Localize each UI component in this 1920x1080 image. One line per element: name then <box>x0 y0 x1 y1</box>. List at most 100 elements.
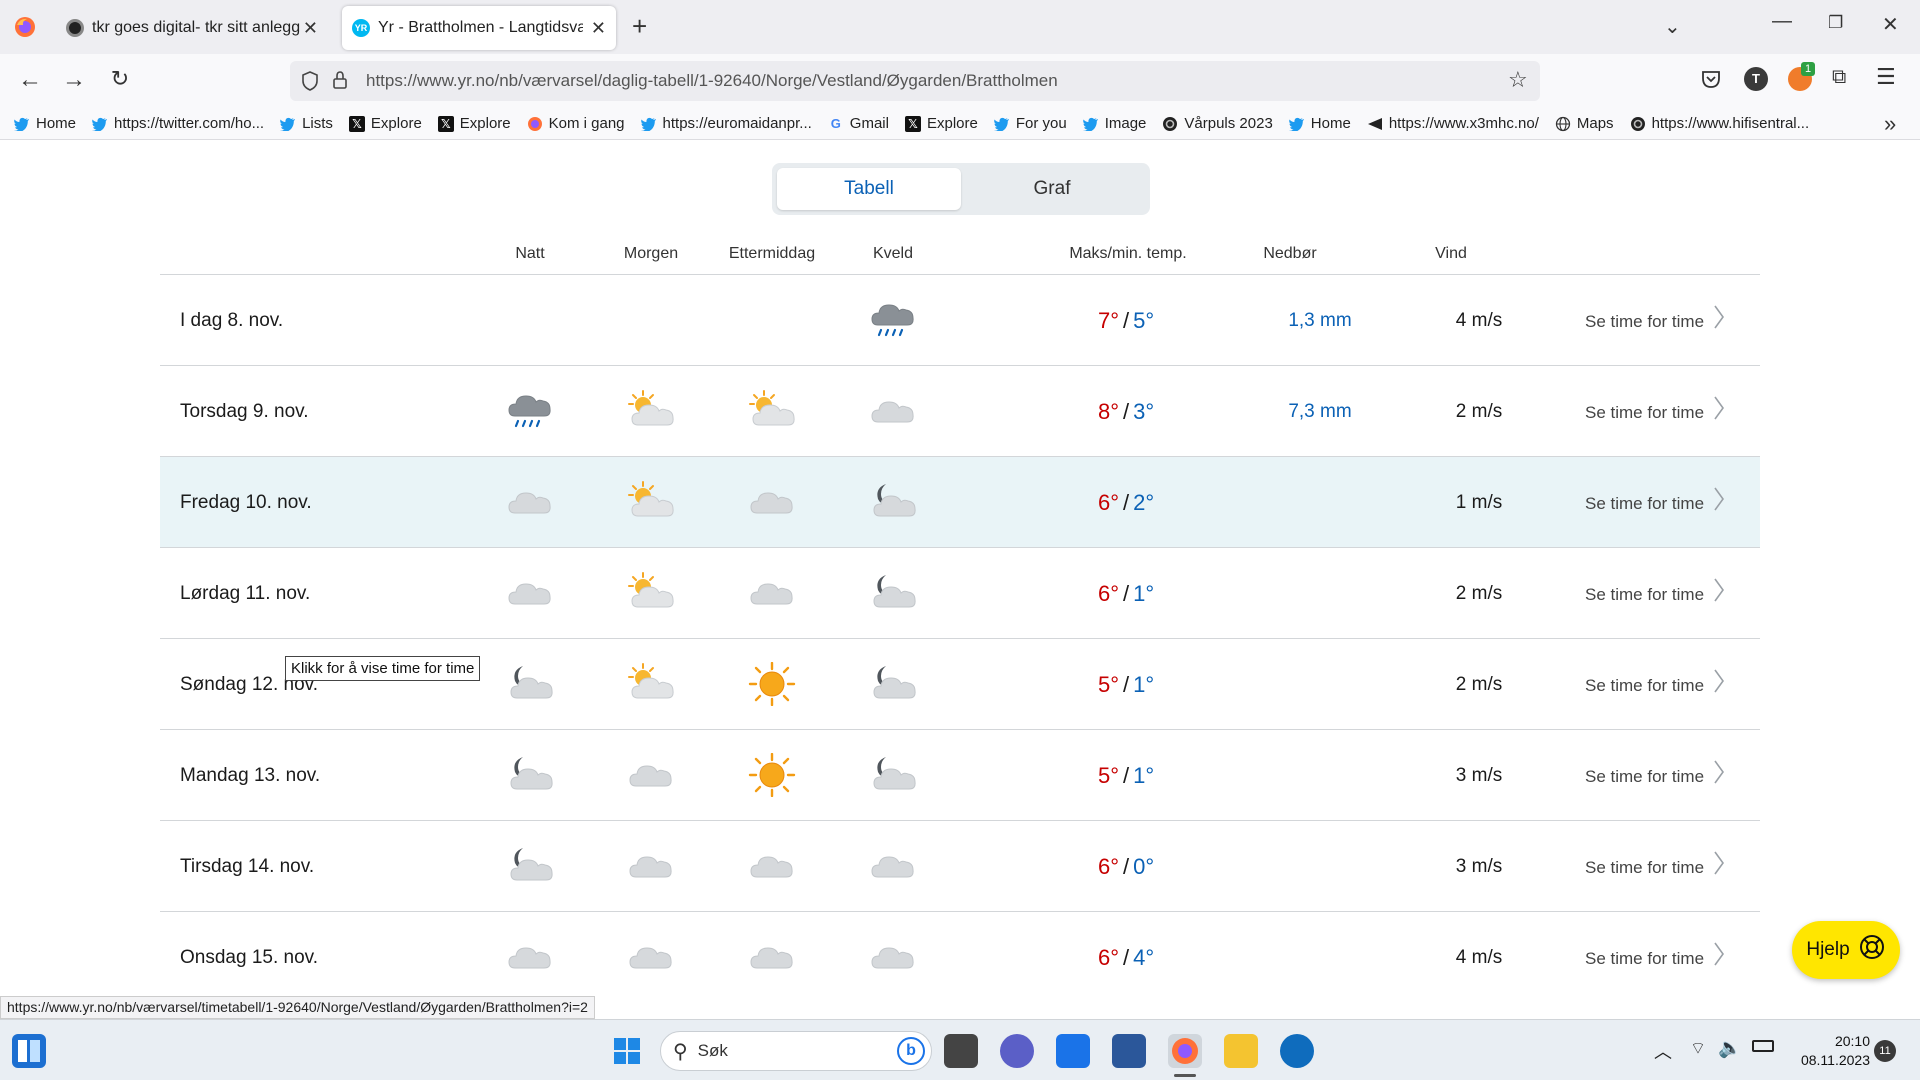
cloud-icon <box>748 935 796 979</box>
see-hourly-link[interactable]: Se time for time <box>1585 858 1704 878</box>
tabell-toggle-button[interactable]: Tabell <box>777 168 961 210</box>
windows-start-icon[interactable] <box>610 1034 644 1068</box>
bookmark-item[interactable]: https://www.hifisentral... <box>1630 115 1809 132</box>
restore-button[interactable]: ❐ <box>1828 13 1843 33</box>
volume-icon[interactable]: 🔈 <box>1718 1036 1742 1060</box>
bookmarks-overflow-icon[interactable]: » <box>1884 111 1896 137</box>
task-view-icon[interactable] <box>944 1034 978 1068</box>
list-tabs-chevron-icon[interactable]: ⌄ <box>1664 14 1681 39</box>
bookmark-item[interactable]: For you <box>993 115 1067 132</box>
forecast-row[interactable]: Tirsdag 14. nov. 6°/0° 3 m/s Se time for ti… <box>160 820 1760 911</box>
see-hourly-link[interactable]: Se time for time <box>1585 767 1704 787</box>
see-hourly-link[interactable]: Se time for time <box>1585 676 1704 696</box>
teams-chat-icon[interactable] <box>1000 1034 1034 1068</box>
twitter-icon <box>1288 116 1305 132</box>
forward-arrow-icon[interactable]: → <box>58 66 90 94</box>
see-hourly-link[interactable]: Se time for time <box>1585 585 1704 605</box>
firefox-menu-icon[interactable] <box>14 16 36 43</box>
tab-bar: tkr goes digital- tkr sitt anlegg ✕ YR Y… <box>0 0 1920 54</box>
bookmark-item[interactable]: Home <box>14 115 76 132</box>
firefox-taskbar-icon[interactable] <box>1168 1034 1202 1068</box>
moon-cloud-icon <box>506 753 554 797</box>
forecast-row[interactable]: Torsdag 9. nov. 8°/3° 7,3 mm 2 m/s Se time f… <box>160 365 1760 456</box>
see-hourly-link[interactable]: Se time for time <box>1585 312 1704 332</box>
file-explorer-icon[interactable] <box>1224 1034 1258 1068</box>
chevron-right-icon[interactable] <box>1712 575 1726 605</box>
new-tab-button[interactable]: + <box>632 11 647 42</box>
pocket-icon[interactable] <box>1700 68 1722 95</box>
lock-icon[interactable] <box>332 70 348 95</box>
x-icon: 𝕏 <box>437 115 454 132</box>
cloud-icon <box>748 571 796 615</box>
store-icon[interactable] <box>1112 1034 1146 1068</box>
bookmark-item[interactable]: 𝕏 Explore <box>437 115 511 132</box>
active-app-indicator <box>1174 1074 1196 1077</box>
close-tab-icon[interactable]: ✕ <box>303 18 318 39</box>
bookmark-item[interactable]: 𝕏 Explore <box>904 115 978 132</box>
wifi-icon[interactable]: ⌔ <box>1690 1038 1706 1059</box>
chevron-right-icon[interactable] <box>1712 757 1726 787</box>
clock[interactable]: 20:10 08.11.2023 <box>1788 1032 1870 1070</box>
shield-icon[interactable] <box>300 70 320 97</box>
bookmark-item[interactable]: Home <box>1288 115 1351 132</box>
bookmark-item[interactable]: Vårpuls 2023 <box>1162 115 1273 132</box>
row-wind: 3 m/s <box>1455 856 1503 877</box>
see-hourly-link[interactable]: Se time for time <box>1585 494 1704 514</box>
bookmark-item[interactable]: 𝕏 Explore <box>348 115 422 132</box>
bookmark-item[interactable]: https://www.x3mhc.no/ <box>1367 115 1539 132</box>
bookmark-item[interactable]: Lists <box>280 115 333 132</box>
globe-icon <box>1555 116 1571 132</box>
minimize-button[interactable]: — <box>1772 10 1792 33</box>
moon-cloud-icon <box>506 662 554 706</box>
forecast-row[interactable]: I dag 8. nov. 7°/5° 1,3 mm 4 m/s Se time for… <box>160 274 1760 365</box>
profile-avatar[interactable]: T <box>1744 67 1768 91</box>
column-header-morning: Morgen <box>623 245 679 262</box>
mail-icon[interactable] <box>1056 1034 1090 1068</box>
close-window-button[interactable]: ✕ <box>1882 12 1899 37</box>
help-button[interactable]: Hjelp <box>1792 921 1900 979</box>
cloud-icon <box>506 571 554 615</box>
bookmark-star-icon[interactable]: ☆ <box>1508 67 1528 93</box>
forecast-row[interactable]: Mandag 13. nov. 5°/1° 3 m/s Se time for tim… <box>160 729 1760 820</box>
bookmark-label: Maps <box>1576 115 1614 132</box>
bookmark-item[interactable]: Maps <box>1555 115 1614 132</box>
widgets-icon[interactable] <box>12 1034 46 1068</box>
forecast-row[interactable]: Søndag 12. nov. 5°/1° 2 m/s Se time for tim… <box>160 638 1760 729</box>
row-temperature: 5°/1° <box>1098 672 1154 698</box>
close-tab-icon[interactable]: ✕ <box>591 18 606 39</box>
chevron-right-icon[interactable] <box>1712 939 1726 969</box>
reload-icon[interactable]: ↻ <box>104 66 136 92</box>
cloud-icon <box>869 844 917 888</box>
cloud-icon <box>748 480 796 524</box>
clock-time: 20:10 <box>1834 1033 1870 1049</box>
see-hourly-link[interactable]: Se time for time <box>1585 403 1704 423</box>
bookmark-item[interactable]: G Gmail <box>828 115 889 132</box>
bing-icon[interactable]: b <box>897 1037 925 1065</box>
forecast-row[interactable]: Fredag 10. nov. 6°/2° 1 m/s Se time for tim… <box>160 456 1760 547</box>
tab-yr[interactable]: YR Yr - Brattholmen - Langtidsvarsel ✕ <box>342 6 616 50</box>
notification-badge[interactable]: 11 <box>1874 1040 1896 1062</box>
chevron-right-icon[interactable] <box>1712 848 1726 878</box>
bookmark-item[interactable]: Kom i gang <box>527 115 625 132</box>
chevron-right-icon[interactable] <box>1712 484 1726 514</box>
edge-icon[interactable] <box>1280 1034 1314 1068</box>
battery-icon[interactable] <box>1752 1040 1774 1052</box>
forecast-row[interactable]: Onsdag 15. nov. 6°/4° 4 m/s Se time for tim… <box>160 911 1760 1002</box>
bookmark-item[interactable]: Image <box>1082 115 1146 132</box>
back-arrow-icon[interactable]: ← <box>14 66 46 94</box>
tab-tkr[interactable]: tkr goes digital- tkr sitt anlegg ✕ <box>56 6 328 50</box>
extensions-puzzle-icon[interactable]: ⧉ <box>1832 66 1846 89</box>
bookmark-item[interactable]: https://twitter.com/ho... <box>92 115 264 132</box>
hamburger-menu-icon[interactable]: ☰ <box>1876 64 1896 90</box>
temp-max: 6° <box>1098 581 1120 606</box>
chevron-right-icon[interactable] <box>1712 302 1726 332</box>
bookmark-item[interactable]: https://euromaidanpr... <box>640 115 812 132</box>
chevron-right-icon[interactable] <box>1712 666 1726 696</box>
tray-chevron-icon[interactable]: ︿ <box>1654 1038 1672 1064</box>
taskbar-search[interactable]: ⚲ Søk b <box>660 1031 932 1071</box>
forecast-row[interactable]: Lørdag 11. nov. 6°/1° 2 m/s Se time for tim… <box>160 547 1760 638</box>
see-hourly-link[interactable]: Se time for time <box>1585 949 1704 969</box>
url-bar[interactable]: https://www.yr.no/nb/værvarsel/daglig-ta… <box>290 61 1540 101</box>
chevron-right-icon[interactable] <box>1712 393 1726 423</box>
graf-toggle-button[interactable]: Graf <box>960 168 1144 210</box>
